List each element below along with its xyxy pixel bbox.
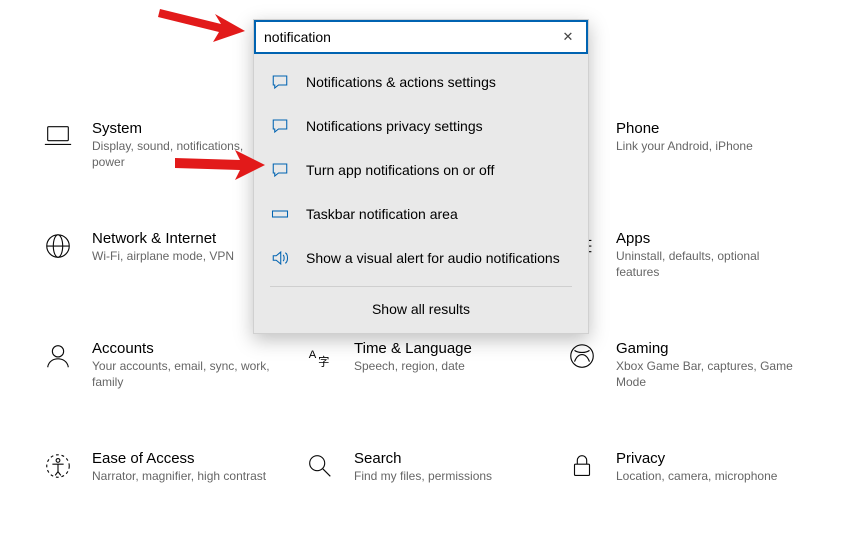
svg-text:A: A <box>309 349 317 361</box>
result-notifications-privacy[interactable]: Notifications privacy settings <box>254 104 588 148</box>
ease-of-access-icon <box>40 448 76 484</box>
taskbar-icon <box>270 204 290 224</box>
category-title: Apps <box>616 230 796 247</box>
xbox-icon <box>564 338 600 374</box>
category-subtitle: Wi-Fi, airplane mode, VPN <box>92 249 234 265</box>
search-dropdown: ✕ Notifications & actions settings Notif… <box>253 19 589 334</box>
category-gaming[interactable]: Gaming Xbox Game Bar, captures, Game Mod… <box>554 320 816 430</box>
result-turn-app-notifications[interactable]: Turn app notifications on or off <box>254 148 588 192</box>
person-icon <box>40 338 76 374</box>
lock-icon <box>564 448 600 484</box>
category-search[interactable]: Search Find my files, permissions <box>292 430 554 540</box>
time-language-icon: A字 <box>302 338 338 374</box>
search-icon <box>302 448 338 484</box>
category-subtitle: Link your Android, iPhone <box>616 139 753 155</box>
category-title: Ease of Access <box>92 450 266 467</box>
clear-search-button[interactable]: ✕ <box>558 27 578 47</box>
category-title: Network & Internet <box>92 230 234 247</box>
category-subtitle: Speech, region, date <box>354 359 472 375</box>
category-title: Phone <box>616 120 753 137</box>
result-notifications-actions[interactable]: Notifications & actions settings <box>254 60 588 104</box>
globe-icon <box>40 228 76 264</box>
result-label: Notifications & actions settings <box>306 74 496 90</box>
annotation-arrow-2 <box>170 140 280 190</box>
category-subtitle: Uninstall, defaults, optional features <box>616 249 796 280</box>
category-title: Gaming <box>616 340 796 357</box>
result-label: Taskbar notification area <box>306 206 458 222</box>
category-subtitle: Location, camera, microphone <box>616 469 777 485</box>
category-time-language[interactable]: A字 Time & Language Speech, region, date <box>292 320 554 430</box>
annotation-arrow-1 <box>150 0 270 56</box>
search-box[interactable]: ✕ <box>254 20 588 54</box>
result-label: Notifications privacy settings <box>306 118 483 134</box>
category-subtitle: Your accounts, email, sync, work, family <box>92 359 272 390</box>
search-input[interactable] <box>264 29 558 45</box>
show-all-results[interactable]: Show all results <box>254 287 588 333</box>
category-accounts[interactable]: Accounts Your accounts, email, sync, wor… <box>30 320 292 430</box>
category-title: System <box>92 120 272 137</box>
category-ease-of-access[interactable]: Ease of Access Narrator, magnifier, high… <box>30 430 292 540</box>
category-phone[interactable]: Phone Link your Android, iPhone <box>554 100 816 210</box>
category-apps[interactable]: Apps Uninstall, defaults, optional featu… <box>554 210 816 320</box>
result-taskbar-notification-area[interactable]: Taskbar notification area <box>254 192 588 236</box>
category-subtitle: Find my files, permissions <box>354 469 492 485</box>
result-visual-alert-audio[interactable]: Show a visual alert for audio notificati… <box>254 236 588 280</box>
result-label: Show a visual alert for audio notificati… <box>306 250 560 266</box>
result-label: Turn app notifications on or off <box>306 162 494 178</box>
category-privacy[interactable]: Privacy Location, camera, microphone <box>554 430 816 540</box>
category-subtitle: Narrator, magnifier, high contrast <box>92 469 266 485</box>
volume-icon <box>270 248 290 268</box>
category-title: Privacy <box>616 450 777 467</box>
speech-bubble-icon <box>270 116 290 136</box>
category-title: Time & Language <box>354 340 472 357</box>
laptop-icon <box>40 118 76 154</box>
category-title: Accounts <box>92 340 272 357</box>
speech-bubble-icon <box>270 72 290 92</box>
category-title: Search <box>354 450 492 467</box>
search-results: Notifications & actions settings Notific… <box>254 54 588 333</box>
svg-text:字: 字 <box>318 354 329 368</box>
category-subtitle: Xbox Game Bar, captures, Game Mode <box>616 359 796 390</box>
